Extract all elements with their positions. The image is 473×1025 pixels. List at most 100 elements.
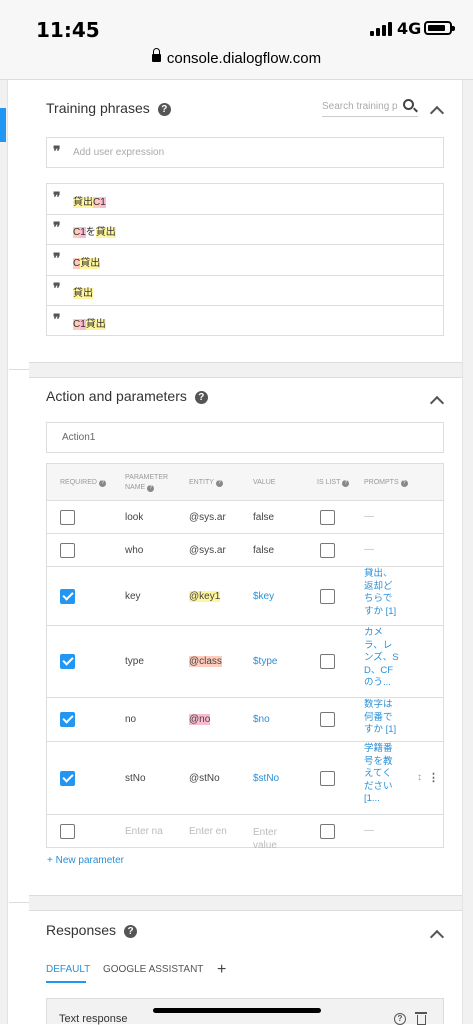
prompts-link[interactable]: 貸出、返却どちらですか [1] xyxy=(364,568,400,618)
parameter-row: who @sys.ar false — xyxy=(47,534,443,567)
training-phrase-text: 貸出 xyxy=(73,284,93,300)
parameter-value[interactable]: $type xyxy=(253,656,277,667)
new-parameter-link[interactable]: + New parameter xyxy=(47,855,124,866)
phrase-segment: 1 xyxy=(80,318,86,330)
quote-icon: ❞ xyxy=(53,190,61,206)
text-response-label: Text response xyxy=(59,1013,128,1025)
parameter-name[interactable]: stNo xyxy=(125,773,146,784)
parameter-entity[interactable]: @sys.ar xyxy=(189,512,229,523)
parameter-row: key @key1 $key 貸出、返却どちらですか [1] xyxy=(47,567,443,626)
help-icon: ? xyxy=(342,480,350,487)
training-phrase[interactable]: ❞ C貸出 xyxy=(47,245,443,276)
parameter-entity[interactable]: @stNo xyxy=(189,773,229,784)
parameter-entity-input[interactable]: Enter en xyxy=(189,826,227,837)
training-phrase-text: C1貸出 xyxy=(73,315,106,330)
parameter-row: type @class $type カメラ、レンズ、SD、CFのう... xyxy=(47,626,443,698)
training-phrase-text: 貸出C1 xyxy=(73,193,106,208)
prompts-empty[interactable]: — xyxy=(364,825,374,836)
header-prompts: PROMPTS? xyxy=(364,478,408,488)
is-list-checkbox[interactable] xyxy=(320,770,335,786)
help-icon: ? xyxy=(215,480,223,487)
add-expression-input[interactable]: ❞ Add user expression xyxy=(46,137,444,168)
training-phrase-text: C1を貸出 xyxy=(73,223,116,239)
is-list-checkbox[interactable] xyxy=(320,542,335,558)
add-tab-button[interactable]: + xyxy=(217,961,226,979)
header-is-list: IS LIST? xyxy=(317,478,350,488)
is-list-checkbox[interactable] xyxy=(320,823,335,839)
training-phrase[interactable]: ❞ 貸出 xyxy=(47,275,443,307)
collapse-action-icon[interactable] xyxy=(430,394,442,406)
left-rail xyxy=(0,80,8,1024)
help-icon: ? xyxy=(98,480,106,487)
header-parameter-name: PARAMETER NAME? xyxy=(125,474,169,492)
is-list-checkbox[interactable] xyxy=(320,509,335,525)
parameter-name[interactable]: key xyxy=(125,591,141,602)
required-checkbox[interactable] xyxy=(60,712,75,727)
training-phrase[interactable]: ❞ 貸出C1 xyxy=(47,184,443,215)
required-checkbox[interactable] xyxy=(60,654,75,669)
responses-label: Responses xyxy=(46,922,117,938)
is-list-checkbox[interactable] xyxy=(320,588,335,604)
parameter-entity[interactable]: @sys.ar xyxy=(189,545,229,556)
training-phrase[interactable]: ❞ C1を貸出 xyxy=(47,214,443,246)
collapse-training-icon[interactable] xyxy=(430,104,442,116)
parameter-entity[interactable]: @no xyxy=(189,714,229,725)
help-icon[interactable]: ? xyxy=(194,391,208,404)
quote-icon: ❞ xyxy=(53,281,61,298)
parameter-entity[interactable]: @key1 xyxy=(189,590,229,602)
is-list-checkbox[interactable] xyxy=(320,712,335,727)
prompts-empty[interactable]: — xyxy=(364,511,374,522)
header-value: VALUE xyxy=(253,479,276,486)
help-icon: ? xyxy=(147,485,155,492)
training-phrase-list: ❞ 貸出C1 ❞ C1を貸出 ❞ C貸出 ❞ 貸出 ❞ C1貸出 xyxy=(46,183,444,336)
address-bar[interactable]: console.dialogflow.com xyxy=(0,48,473,67)
quote-icon: ❞ xyxy=(53,250,61,267)
tab-default[interactable]: DEFAULT xyxy=(46,964,90,975)
phrase-segment: 貸出 xyxy=(80,257,101,269)
parameter-value[interactable]: false xyxy=(253,512,274,523)
parameter-name[interactable]: type xyxy=(125,656,144,667)
training-phrase-text: C貸出 xyxy=(73,254,101,269)
clock: 11:45 xyxy=(36,18,100,42)
help-icon[interactable]: ? xyxy=(157,103,171,116)
prompts-link[interactable]: 数字は何番ですか [1] xyxy=(364,699,400,737)
parameter-value-input[interactable]: Enter value xyxy=(253,826,283,852)
phrase-segment: 貸出 xyxy=(95,227,116,239)
parameter-row: stNo @stNo $stNo 学籍番号を教えてください [1... ↕ ⋮ xyxy=(47,742,443,815)
prompts-link[interactable]: カメラ、レンズ、SD、CFのう... xyxy=(364,627,400,690)
required-checkbox[interactable] xyxy=(60,770,75,786)
drag-handle-icon[interactable]: ↕ xyxy=(417,772,422,783)
new-parameter-row: Enter na Enter en Enter value — xyxy=(47,815,443,851)
is-list-checkbox[interactable] xyxy=(320,654,335,669)
required-checkbox[interactable] xyxy=(60,509,75,525)
quote-icon: ❞ xyxy=(53,311,61,328)
prompts-link[interactable]: 学籍番号を教えてください [1... xyxy=(364,743,400,806)
active-marker xyxy=(0,108,6,142)
training-phrase[interactable]: ❞ C1貸出 xyxy=(47,306,443,337)
action-name-input[interactable]: Action1 xyxy=(46,422,444,453)
help-icon[interactable]: ? xyxy=(394,1013,406,1025)
more-options-icon[interactable]: ⋮ xyxy=(428,771,439,784)
add-expression-placeholder: Add user expression xyxy=(73,147,165,158)
required-checkbox[interactable] xyxy=(60,542,75,558)
prompts-empty[interactable]: — xyxy=(364,544,374,555)
parameter-name-input[interactable]: Enter na xyxy=(125,826,163,837)
parameter-entity[interactable]: @class xyxy=(189,656,229,667)
training-phrases-label: Training phrases xyxy=(46,100,150,116)
phrase-segment: 貸出 xyxy=(85,318,106,330)
parameter-value[interactable]: $key xyxy=(253,591,274,602)
search-icon[interactable] xyxy=(403,99,414,110)
tab-google-assistant[interactable]: GOOGLE ASSISTANT xyxy=(103,964,203,975)
collapse-responses-icon[interactable] xyxy=(430,928,442,940)
phrase-segment: を xyxy=(85,227,96,239)
parameter-name[interactable]: look xyxy=(125,512,143,523)
parameter-value[interactable]: $no xyxy=(253,714,270,725)
help-icon[interactable]: ? xyxy=(124,925,138,938)
parameter-value[interactable]: false xyxy=(253,545,274,556)
required-checkbox[interactable] xyxy=(60,588,75,604)
header-required: REQUIRED? xyxy=(60,478,106,488)
required-checkbox[interactable] xyxy=(60,823,75,839)
parameter-value[interactable]: $stNo xyxy=(253,773,279,784)
parameter-name[interactable]: who xyxy=(125,545,143,556)
parameter-name[interactable]: no xyxy=(125,714,136,725)
